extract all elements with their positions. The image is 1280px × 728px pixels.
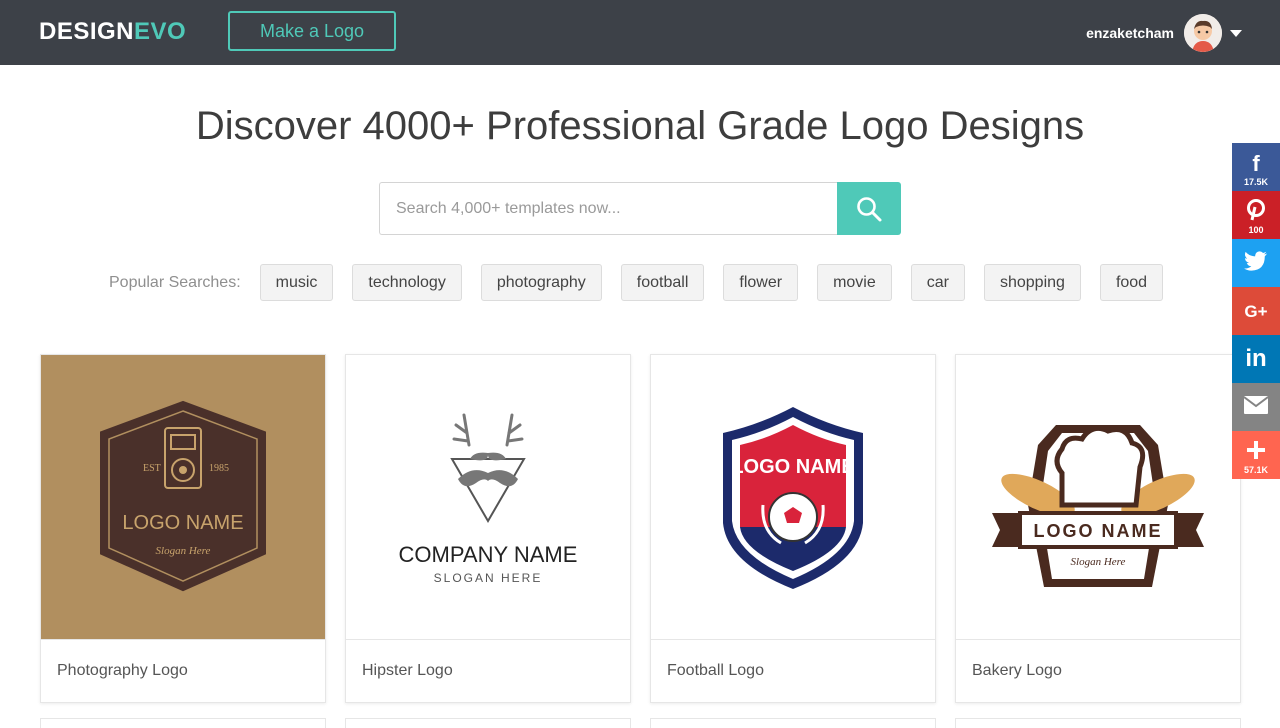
logo-template-grid: EST 1985 LOGO NAME Slogan Here Photograp… (40, 354, 1241, 703)
template-thumbnail: LOGO NAME (651, 355, 935, 640)
bakery-logo-art: LOGO NAME Slogan Here (992, 424, 1204, 587)
linkedin-share-button[interactable]: in (1232, 335, 1280, 383)
tag-movie[interactable]: movie (817, 264, 892, 301)
template-caption: Hipster Logo (362, 662, 453, 679)
search-button[interactable] (837, 182, 901, 235)
bakery-logo-name: LOGO NAME (1034, 521, 1163, 541)
template-caption: Bakery Logo (972, 662, 1062, 679)
template-card-bakery[interactable]: LOGO NAME Slogan Here Bakery Logo (955, 354, 1241, 703)
social-share-bar: f 17.5K 100 G+ in 57.1K (1232, 143, 1280, 479)
football-logo-art: LOGO NAME (723, 406, 863, 589)
popular-searches: Popular Searches: music technology photo… (109, 264, 1182, 301)
facebook-share-button[interactable]: f 17.5K (1232, 143, 1280, 191)
template-card-hipster[interactable]: COMPANY NAME SLOGAN HERE Hipster Logo (345, 354, 631, 703)
username: enzaketcham (1086, 25, 1174, 41)
template-card-partial[interactable] (345, 718, 631, 728)
tag-car[interactable]: car (910, 264, 965, 301)
photography-est-text: EST (143, 463, 161, 474)
photography-logo-name: LOGO NAME (122, 512, 243, 534)
bakery-slogan: Slogan Here (1071, 556, 1126, 568)
email-icon (1243, 396, 1269, 418)
search-input[interactable] (379, 182, 837, 235)
chevron-down-icon[interactable] (1230, 29, 1242, 37)
pinterest-share-button[interactable]: 100 (1232, 191, 1280, 239)
template-card-football[interactable]: LOGO NAME Football Logo (650, 354, 936, 703)
avatar[interactable] (1184, 14, 1222, 52)
template-caption: Photography Logo (57, 662, 188, 679)
avatar-image (1184, 14, 1222, 52)
popular-searches-label: Popular Searches: (109, 273, 241, 291)
google-plus-icon: G+ (1244, 301, 1268, 321)
twitter-share-button[interactable] (1232, 239, 1280, 287)
make-a-logo-button[interactable]: Make a Logo (228, 11, 396, 51)
search-icon (857, 196, 882, 221)
brand-text-design: DESIGN (39, 18, 135, 45)
total-share-count: 57.1K (1243, 465, 1269, 475)
hipster-logo-art: COMPANY NAME SLOGAN HERE (399, 413, 578, 585)
pinterest-icon (1246, 199, 1266, 225)
template-card-partial[interactable] (40, 718, 326, 728)
photography-slogan: Slogan Here (156, 545, 211, 557)
tag-music[interactable]: music (259, 264, 334, 301)
facebook-icon: f (1252, 151, 1260, 176)
logo-template-grid-next-row (40, 718, 1241, 728)
more-share-button[interactable]: 57.1K (1232, 431, 1280, 479)
tag-photography[interactable]: photography (480, 264, 602, 301)
template-card-photography[interactable]: EST 1985 LOGO NAME Slogan Here Photograp… (40, 354, 326, 703)
plus-icon (1247, 441, 1265, 463)
top-navbar: DESIGNEVO Make a Logo enzaketcham (0, 0, 1280, 65)
popular-tags: music technology photography football fl… (259, 264, 1182, 301)
linkedin-icon: in (1245, 345, 1267, 372)
tag-technology[interactable]: technology (352, 264, 462, 301)
template-card-partial[interactable] (650, 718, 936, 728)
search-bar (379, 182, 901, 235)
user-menu[interactable]: enzaketcham (1086, 14, 1242, 52)
photography-logo-art: EST 1985 LOGO NAME Slogan Here (100, 400, 266, 591)
template-thumbnail: COMPANY NAME SLOGAN HERE (346, 355, 630, 640)
google-plus-share-button[interactable]: G+ (1232, 287, 1280, 335)
template-thumbnail: LOGO NAME Slogan Here (956, 355, 1240, 640)
brand-text-evo: EVO (134, 18, 187, 45)
template-thumbnail: EST 1985 LOGO NAME Slogan Here (41, 355, 325, 640)
facebook-share-count: 17.5K (1243, 177, 1269, 187)
pinterest-share-count: 100 (1248, 225, 1264, 235)
page-title: Discover 4000+ Professional Grade Logo D… (195, 104, 1085, 148)
designevo-logo[interactable]: DESIGNEVO (39, 18, 186, 46)
template-card-partial[interactable] (955, 718, 1241, 728)
template-caption: Football Logo (667, 662, 764, 679)
tag-food[interactable]: food (1099, 264, 1164, 301)
tag-shopping[interactable]: shopping (983, 264, 1081, 301)
hipster-slogan: SLOGAN HERE (434, 571, 543, 585)
hipster-company-name: COMPANY NAME (399, 542, 578, 567)
email-share-button[interactable] (1232, 383, 1280, 431)
tag-flower[interactable]: flower (723, 264, 799, 301)
tag-football[interactable]: football (620, 264, 705, 301)
twitter-icon (1244, 251, 1268, 275)
football-logo-name: LOGO NAME (731, 456, 854, 478)
photography-year-text: 1985 (209, 463, 229, 474)
